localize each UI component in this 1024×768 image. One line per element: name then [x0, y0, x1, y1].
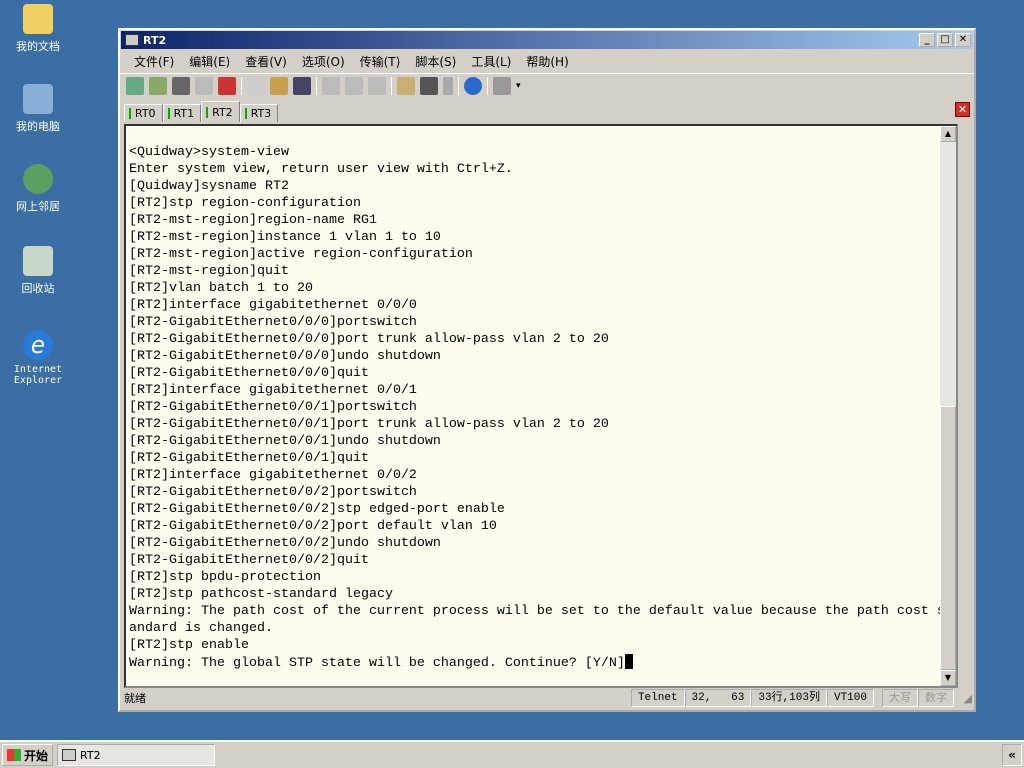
- menu-bar: 文件(F) 编辑(E) 查看(V) 选项(O) 传输(T) 脚本(S) 工具(L…: [120, 51, 974, 71]
- session-tabs: RT0 RT1 RT2 RT3 ✕: [120, 100, 974, 122]
- help-icon[interactable]: [464, 76, 482, 95]
- tab-rt0[interactable]: RT0: [124, 104, 163, 122]
- key-icon[interactable]: [443, 76, 453, 95]
- start-button[interactable]: 开始: [2, 744, 54, 766]
- print-setup-icon[interactable]: [322, 76, 340, 95]
- tab-label: RT3: [250, 107, 272, 120]
- menu-transfer[interactable]: 传输(T): [354, 53, 410, 70]
- scroll-down-button[interactable]: ▼: [940, 670, 956, 686]
- print-icon[interactable]: [368, 76, 386, 95]
- scroll-thumb[interactable]: [940, 406, 956, 670]
- cursor-col: 63: [731, 692, 745, 704]
- tab-rt1[interactable]: RT1: [162, 104, 202, 122]
- terminal-output[interactable]: <Quidway>system-view Enter system view, …: [124, 124, 958, 688]
- minimize-button[interactable]: _: [919, 33, 935, 47]
- icon-label: 回收站: [21, 282, 55, 295]
- status-icon: [129, 108, 131, 119]
- keymap-icon[interactable]: [493, 76, 511, 95]
- app-icon: [62, 749, 77, 761]
- computer-icon: [23, 84, 53, 114]
- toolbar-overflow-icon[interactable]: ▾: [516, 81, 521, 91]
- icon-label: 我的文档: [16, 40, 60, 53]
- separator: [458, 76, 459, 95]
- status-protocol: Telnet: [630, 689, 685, 707]
- terminal-text: <Quidway>system-view Enter system view, …: [129, 145, 953, 671]
- app-icon: [125, 34, 139, 46]
- desktop-icon-my-computer[interactable]: 我的电脑: [4, 84, 72, 134]
- connect-tab-icon[interactable]: [172, 76, 190, 95]
- icon-label: 我的电脑: [16, 120, 60, 133]
- network-icon: [23, 164, 53, 194]
- tab-rt3[interactable]: RT3: [239, 104, 279, 122]
- tab-label: RT1: [173, 107, 195, 120]
- status-icon: [206, 106, 209, 118]
- menu-help[interactable]: 帮助(H): [520, 53, 577, 70]
- tab-rt2[interactable]: RT2: [201, 101, 240, 122]
- separator: [487, 76, 488, 95]
- status-caps: 大写: [882, 689, 918, 707]
- tab-label: RT0: [135, 107, 156, 120]
- copy-icon[interactable]: [247, 76, 265, 95]
- window-title: RT2: [143, 33, 167, 47]
- status-num: 数字: [918, 689, 954, 707]
- separator: [316, 76, 317, 95]
- menu-script[interactable]: 脚本(S): [409, 53, 465, 70]
- icon-label: Internet Explorer: [13, 364, 63, 386]
- menu-tools[interactable]: 工具(L): [465, 53, 520, 70]
- disconnect-icon[interactable]: [218, 76, 236, 95]
- status-cursor-pos: 32, 63: [684, 689, 752, 707]
- folder-icon: [23, 4, 53, 34]
- cursor: [624, 654, 633, 669]
- status-icon: [244, 108, 247, 119]
- reconnect-icon[interactable]: [195, 76, 213, 95]
- session-options-icon[interactable]: [397, 76, 415, 95]
- taskbar-item-rt2[interactable]: RT2: [57, 744, 216, 766]
- taskbar: 开始 RT2 «: [0, 740, 1024, 768]
- separator: [241, 76, 242, 95]
- desktop-icon-recycle-bin[interactable]: 回收站: [4, 246, 72, 296]
- status-icon: [167, 108, 170, 119]
- maximize-button[interactable]: □: [937, 33, 953, 47]
- close-tab-icon[interactable]: ✕: [955, 102, 970, 117]
- terminal-window: RT2 _ □ ✕ 文件(F) 编辑(E) 查看(V) 选项(O) 传输(T) 脚本…: [118, 28, 976, 712]
- desktop-icon-ie[interactable]: e Internet Explorer: [4, 330, 72, 386]
- quick-connect-icon[interactable]: [149, 76, 167, 95]
- global-options-icon[interactable]: [420, 76, 438, 95]
- status-emulation: VT100: [826, 689, 874, 707]
- print-selection-icon[interactable]: [345, 76, 363, 95]
- status-ready: 就绪: [124, 692, 146, 705]
- desktop-icon-my-documents[interactable]: 我的文档: [4, 4, 72, 54]
- find-icon[interactable]: [293, 76, 311, 95]
- close-button[interactable]: ✕: [955, 33, 971, 47]
- scroll-up-button[interactable]: ▲: [940, 126, 956, 142]
- menu-view[interactable]: 查看(V): [239, 53, 296, 70]
- ie-icon: e: [23, 330, 53, 360]
- icon-label: 网上邻居: [16, 200, 60, 213]
- resize-grip-icon[interactable]: ◢: [954, 692, 972, 705]
- connect-icon[interactable]: [126, 76, 144, 95]
- status-size: 33行,103列: [751, 689, 827, 707]
- menu-options[interactable]: 选项(O): [296, 53, 354, 70]
- task-label: RT2: [80, 748, 101, 762]
- tray-expand-button[interactable]: «: [1002, 744, 1022, 766]
- tab-label: RT2: [212, 105, 233, 119]
- title-bar[interactable]: RT2 _ □ ✕: [121, 31, 973, 49]
- toolbar: ▾: [120, 73, 974, 97]
- paste-icon[interactable]: [270, 76, 288, 95]
- cursor-row: 32,: [691, 692, 712, 704]
- vertical-scrollbar[interactable]: ▲ ▼: [940, 126, 956, 686]
- recycle-bin-icon: [23, 246, 53, 276]
- start-label: 开始: [24, 748, 49, 763]
- menu-edit[interactable]: 编辑(E): [183, 53, 239, 70]
- menu-file[interactable]: 文件(F): [128, 53, 183, 70]
- windows-logo-icon: [7, 749, 21, 761]
- separator: [391, 76, 392, 95]
- desktop-icon-network[interactable]: 网上邻居: [4, 164, 72, 214]
- status-bar: 就绪 Telnet 32, 63 33行,103列 VT100 大写 数字 ◢: [122, 688, 972, 708]
